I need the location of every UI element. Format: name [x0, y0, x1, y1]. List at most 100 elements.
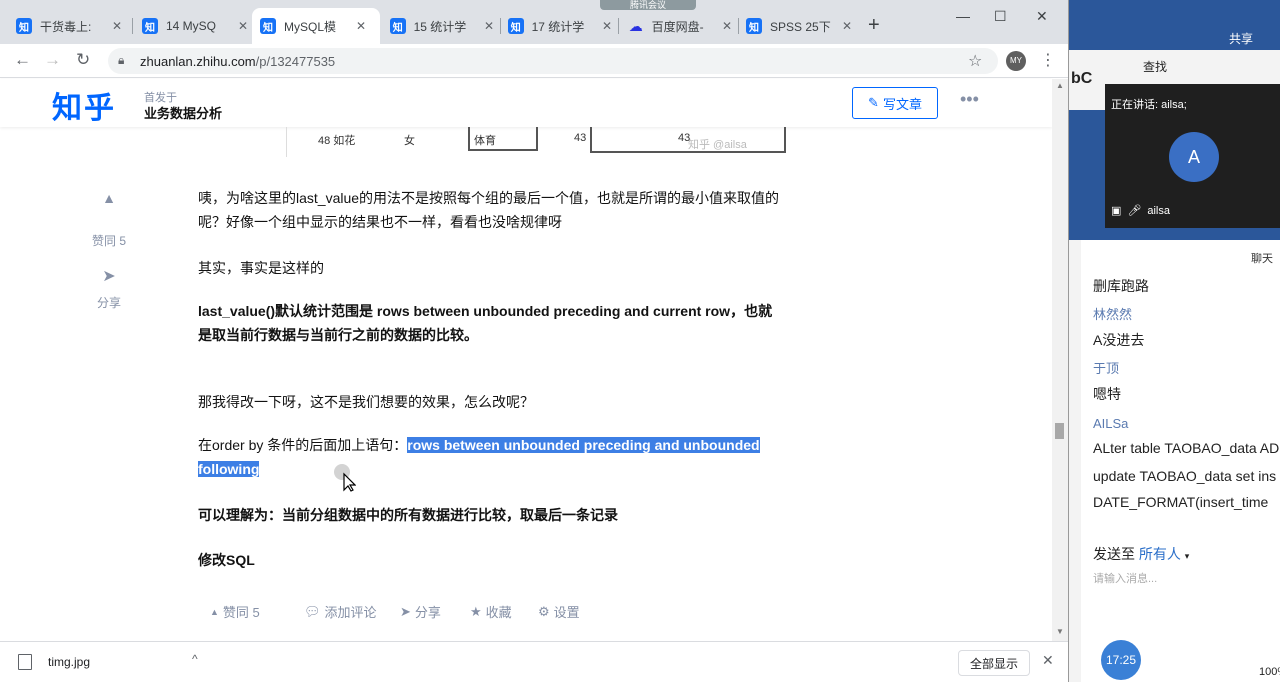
meeting-app-panel: 共享 bC 查找 正在讲话: ailsa; A ▣ 🎤︎ ailsa 聊天 删库…: [1068, 0, 1280, 682]
find-button[interactable]: 查找: [1143, 58, 1167, 75]
close-tab-icon[interactable]: ✕: [602, 19, 612, 33]
table-divider: [286, 127, 287, 157]
send-to-target: 所有人: [1138, 546, 1181, 562]
comment-label: 添加评论: [324, 605, 377, 620]
mouse-cursor-icon: [334, 464, 356, 492]
chat-sender-name: 林然然: [1093, 307, 1133, 322]
page-scrollbar[interactable]: ▲ ▼: [1052, 79, 1068, 641]
paragraph-understanding: 可以理解为：当前分组数据中的所有数据进行比较，取最后一条记录: [198, 507, 618, 523]
zhihu-favicon-icon: 知: [142, 18, 158, 34]
close-tab-icon[interactable]: ✕: [238, 19, 248, 33]
tab-6[interactable]: ☁ 百度网盘- ✕: [620, 8, 740, 44]
meeting-timer: 17:25: [1101, 640, 1141, 680]
selected-text: rows between unbounded preceding and unb…: [407, 437, 760, 453]
bookmark-star-icon[interactable]: ☆: [968, 51, 982, 71]
show-all-downloads-button[interactable]: 全部显示: [958, 650, 1030, 676]
chat-message: A没进去: [1093, 332, 1145, 348]
zhihu-header: 知乎 首发于 业务数据分析 ✎ 写文章 •••: [0, 79, 1052, 127]
table-divider: [784, 127, 786, 153]
microphone-icon[interactable]: 🎤︎: [1127, 204, 1141, 217]
scroll-up-arrow-icon[interactable]: ▲: [1056, 81, 1064, 90]
column-name-link[interactable]: 业务数据分析: [144, 103, 222, 122]
tab-2[interactable]: 知 14 MySQ ✕: [134, 8, 258, 44]
paragraph-default-range-line1: last_value()默认统计范围是 rows between unbound…: [198, 303, 773, 319]
paragraph-modify-sql: 修改SQL: [198, 552, 255, 568]
zhihu-favicon-icon: 知: [260, 18, 276, 34]
upvote-triangle-icon: ▲: [210, 606, 219, 617]
url-text: zhuanlan.zhihu.com/p/132477535: [140, 54, 336, 69]
minimize-icon[interactable]: —: [956, 8, 970, 24]
address-bar[interactable]: 🔒︎ zhuanlan.zhihu.com/p/132477535 ☆: [108, 48, 998, 74]
tab-title: 干货毒上:: [40, 19, 92, 34]
zhihu-logo[interactable]: 知乎: [52, 83, 116, 127]
close-downloads-icon[interactable]: ✕: [1042, 652, 1054, 669]
chevron-up-icon[interactable]: ^: [192, 652, 198, 666]
close-window-icon[interactable]: ✕: [1036, 8, 1048, 25]
selected-text: following: [198, 461, 260, 477]
scroll-thumb[interactable]: [1055, 423, 1064, 439]
scroll-down-arrow-icon[interactable]: ▼: [1056, 627, 1064, 636]
chat-sender-name: 于顶: [1093, 361, 1120, 376]
send-to-selector[interactable]: 发送至 所有人 ▾: [1093, 544, 1189, 564]
bottom-upvote-button[interactable]: ▲ 赞同 5: [210, 602, 260, 621]
chat-title: 聊天: [1251, 253, 1273, 265]
tab-title: 百度网盘-: [651, 19, 704, 34]
settings-button[interactable]: ⚙ 设置: [538, 602, 580, 621]
image-file-icon[interactable]: [18, 654, 32, 670]
download-file-name[interactable]: timg.jpg: [48, 655, 90, 669]
style-preview-text: bC: [1071, 70, 1093, 87]
comment-bubble-icon: 💬︎: [304, 603, 321, 619]
maximize-icon[interactable]: ☐: [994, 8, 1007, 25]
close-tab-icon[interactable]: ✕: [484, 19, 494, 33]
chat-input[interactable]: 请输入消息...: [1093, 570, 1157, 586]
side-upvote-count[interactable]: 赞同 5: [82, 232, 136, 249]
add-comment-button[interactable]: 💬︎ 添加评论: [304, 602, 377, 621]
close-tab-icon[interactable]: ✕: [112, 19, 122, 33]
lock-icon: 🔒︎: [118, 53, 125, 67]
browser-window: 腾讯会议 知 干货毒上: ✕ 知 14 MySQ ✕ 知 MySQL模 ✕ 知 …: [0, 0, 1068, 682]
order-by-prefix: 在order by 条件的后面加上语句：: [198, 437, 408, 453]
write-article-label: 写文章: [882, 96, 922, 112]
reload-icon[interactable]: ↻: [76, 50, 90, 70]
favorite-label: 收藏: [485, 605, 512, 620]
share-plane-icon[interactable]: ➤: [82, 266, 136, 286]
tab-divider: [132, 18, 133, 34]
word-window-strip: 共享 bC 查找 正在讲话: ailsa; A ▣ 🎤︎ ailsa: [1069, 0, 1280, 240]
more-options-icon[interactable]: •••: [960, 89, 979, 110]
favorite-button[interactable]: ★ 收藏: [470, 602, 512, 621]
write-article-button[interactable]: ✎ 写文章: [852, 87, 938, 119]
side-share-label[interactable]: 分享: [82, 294, 136, 311]
close-tab-icon[interactable]: ✕: [722, 19, 732, 33]
browser-menu-icon[interactable]: ⋮: [1040, 50, 1056, 70]
gear-icon: ⚙: [538, 603, 550, 619]
pencil-icon: ✎: [868, 95, 879, 110]
tab-5[interactable]: 知 17 统计学 ✕: [500, 8, 620, 44]
tab-7[interactable]: 知 SPSS 25下 ✕: [738, 8, 862, 44]
tab-4[interactable]: 知 15 统计学 ✕: [382, 8, 502, 44]
close-tab-icon[interactable]: ✕: [356, 19, 366, 33]
zhihu-favicon-icon: 知: [390, 18, 406, 34]
tab-1[interactable]: 知 干货毒上: ✕: [8, 8, 132, 44]
chat-message: update TAOBAO_data set ins: [1093, 468, 1277, 484]
browser-toolbar: ← → ↻ 🔒︎ zhuanlan.zhihu.com/p/132477535 …: [0, 44, 1068, 78]
chat-message: DATE_FORMAT(insert_time: [1093, 494, 1269, 510]
tab-divider: [618, 18, 619, 34]
paragraph-default-range-line2: 是取当前行数据与当前行之前的数据的比较。: [198, 327, 478, 343]
table-cell: 48 如花: [318, 135, 356, 147]
profile-avatar[interactable]: MY: [1006, 51, 1026, 71]
tab-3-active[interactable]: 知 MySQL模 ✕: [252, 8, 380, 44]
share-label[interactable]: 共享: [1229, 30, 1253, 47]
new-tab-plus-icon[interactable]: +: [868, 14, 880, 37]
forward-arrow-icon[interactable]: →: [44, 50, 61, 70]
table-cell: 43: [574, 132, 587, 144]
table-divider: [468, 149, 536, 151]
settings-label: 设置: [553, 605, 580, 620]
upvote-triangle-icon[interactable]: ▲: [82, 190, 136, 206]
table-divider: [468, 127, 470, 151]
close-tab-icon[interactable]: ✕: [842, 19, 852, 33]
zhihu-favicon-icon: 知: [16, 18, 32, 34]
paragraph-question-line1: 咦，为啥这里的last_value的用法不是按照每个组的最后一个值，也就是所谓的…: [198, 190, 780, 206]
back-arrow-icon[interactable]: ←: [14, 50, 31, 70]
share-button[interactable]: ➤ 分享: [400, 602, 441, 621]
baidu-cloud-icon: ☁: [628, 17, 643, 34]
